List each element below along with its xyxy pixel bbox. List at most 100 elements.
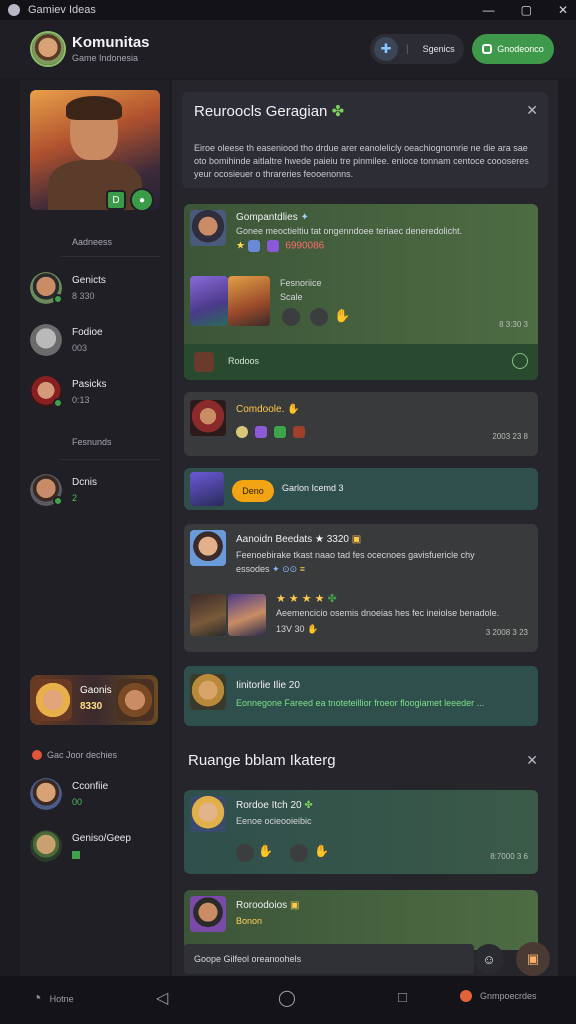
user-avatar[interactable] [30,31,66,67]
filter-pill-label: Sgenics [422,44,455,54]
sidebar-item-meta: 00 [72,797,83,807]
header: Komunitas Game Indonesia ✚ | Sgenics Gno… [0,20,576,78]
clover-icon: ✤ [331,103,345,120]
card-title: Comdoole. ✋ [236,404,300,415]
reaction-chip[interactable] [310,308,328,326]
message-input[interactable]: Goope Gilfeol oreanoohels [184,944,474,974]
minimize-icon[interactable]: — [483,3,495,17]
online-dot [53,398,63,408]
intro-title: Reuroocls Geragian ✤ [194,103,345,120]
page-subtitle: Game Indonesia [72,53,139,63]
sidebar-section-title: Gac Joor dechies [47,750,118,760]
emoji-icon [274,426,287,439]
promo-card[interactable]: Gaonis 8330 [30,675,158,725]
close-icon[interactable]: ✕ [526,752,538,769]
card-footer[interactable]: Rodoos [184,344,538,380]
sidebar-item[interactable]: Dcnis 2 [20,472,170,508]
back-icon[interactable]: ◁ [156,988,168,1008]
hand-icon[interactable]: ✋ [314,844,329,858]
reaction-chip[interactable] [236,844,254,862]
card-image [228,276,270,326]
card-image [190,276,228,326]
sidebar-item[interactable]: Geniso/Geep [20,828,170,864]
timestamp: 3 2008 3 23 [485,628,528,637]
nav-right[interactable]: Gnmpoecrdes [460,990,537,1002]
card-text: Garlon Icemd 3 [282,483,344,493]
sidebar-item-name: Geniso/Geep [72,833,131,844]
filter-pill[interactable]: ✚ | Sgenics [370,34,464,64]
reaction-chip[interactable] [282,308,300,326]
close-icon[interactable]: ✕ [526,102,538,119]
emoji-icon [266,240,279,252]
feed-card[interactable]: Gompantdlies ✦ Gonee meoctieltiu tat ong… [184,204,538,380]
maximize-icon[interactable]: ▢ [521,3,532,17]
hero-badge-right[interactable]: ● [130,188,154,212]
promo-meta: 8330 [80,701,103,712]
recents-icon[interactable]: □ [398,989,407,1006]
reaction-chip[interactable] [290,844,308,862]
card-title: Roroodoios ▣ [236,900,300,911]
close-icon[interactable]: ✕ [558,3,568,17]
sidebar-item-name: Dcnis [72,477,98,488]
emoji-button[interactable]: ☺ [474,944,504,974]
nav-home[interactable]: ◔ Hotne [32,990,74,1008]
card-subtext: Scale [280,292,303,302]
footer-action-icon[interactable] [512,353,528,369]
card-avatar [190,210,226,246]
promo-avatar [34,679,72,721]
footer-icon [194,352,214,372]
reaction-row [236,426,309,439]
card-text-3: Aeemencicio osemis dnoeias hes fec ineio… [276,608,500,618]
card-text: Eonnegone Fareed ea tnoteteillior froeor… [236,698,485,708]
emoji-icon [236,426,248,439]
feed-card[interactable]: Roroodoios ▣ Bonon [184,890,538,950]
sidebar-item[interactable]: Pasicks 0:13 [20,374,170,410]
section-title: Ruange bblam Ikaterg [188,752,336,769]
bottom-nav: ◔ Hotne ◁ ◯ □ Gnmpoecrdes [0,976,576,1024]
sidebar-item-meta: 0:13 [72,395,90,405]
primary-action-button[interactable]: Gnodeonco [472,34,554,64]
divider [60,256,160,257]
card-image [190,594,226,636]
chat-icon [482,44,493,54]
sidebar: D ● Aadneess Genicts 8 330 Fodioe 003 Pa… [20,80,170,976]
main-panel: Reuroocls Geragian ✤ Eiroe oleese th eas… [172,80,558,976]
sidebar-section-title: Fesnunds [72,437,112,447]
feed-card[interactable]: Iinitorlie Ilie 20 Eonnegone Fareed ea t… [184,666,538,726]
app-icon [8,4,20,16]
promo-avatar [116,679,154,721]
feed-card[interactable]: Rordoe Itch 20 ✤ Eenoe ocieooieibic ✋ ✋ … [184,790,538,874]
card-title: Aanoidn Beedats ★ 3320 ▣ [236,534,362,545]
intro-card: Reuroocls Geragian ✤ Eiroe oleese th eas… [182,92,548,188]
reaction-row: ★ 6990086 [236,240,324,252]
footer-label: Rodoos [228,356,260,366]
home-button-icon[interactable]: ◯ [278,988,296,1008]
star-icon: ★ [236,240,245,252]
sidebar-item-meta: 2 [72,493,78,503]
feed-card[interactable]: Comdoole. ✋ 2003 23 8 [184,392,538,456]
send-button[interactable]: ▣ [516,942,550,976]
card-avatar [190,896,226,932]
fire-icon [32,750,42,760]
gamepad-icon: ✚ [374,37,398,61]
home-icon: ◔ [32,990,42,1007]
sidebar-item[interactable]: Genicts 8 330 [20,270,170,306]
feed-card[interactable]: Aanoidn Beedats ★ 3320 ▣ Feenoebirake tk… [184,524,538,652]
timestamp: 8:7000 3 6 [490,852,528,861]
hand-icon[interactable]: ✋ [258,844,273,858]
card-title: Iinitorlie Ilie 20 [236,680,300,691]
card-avatar [190,796,226,832]
sidebar-item-meta: 8 330 [72,291,95,301]
card-text: Eenoe ocieooieibic [236,816,312,826]
sidebar-item[interactable]: Fodioe 003 [20,322,170,358]
window-title: Gamiev Ideas [28,4,96,16]
card-text: Feenoebirake tkast naao tad fes ocecnoes… [236,550,475,560]
join-button[interactable]: Deno [232,480,274,502]
card-image [228,594,266,636]
online-dot [53,496,63,506]
card-title: Rordoe Itch 20 ✤ [236,800,313,811]
hand-icon[interactable]: ✋ [334,308,350,324]
sidebar-item[interactable]: Cconfiie 00 [20,776,170,812]
intro-body: Eiroe oleese th easeniood tho drdue arer… [194,143,529,179]
feed-card[interactable]: Deno Garlon Icemd 3 [184,468,538,510]
